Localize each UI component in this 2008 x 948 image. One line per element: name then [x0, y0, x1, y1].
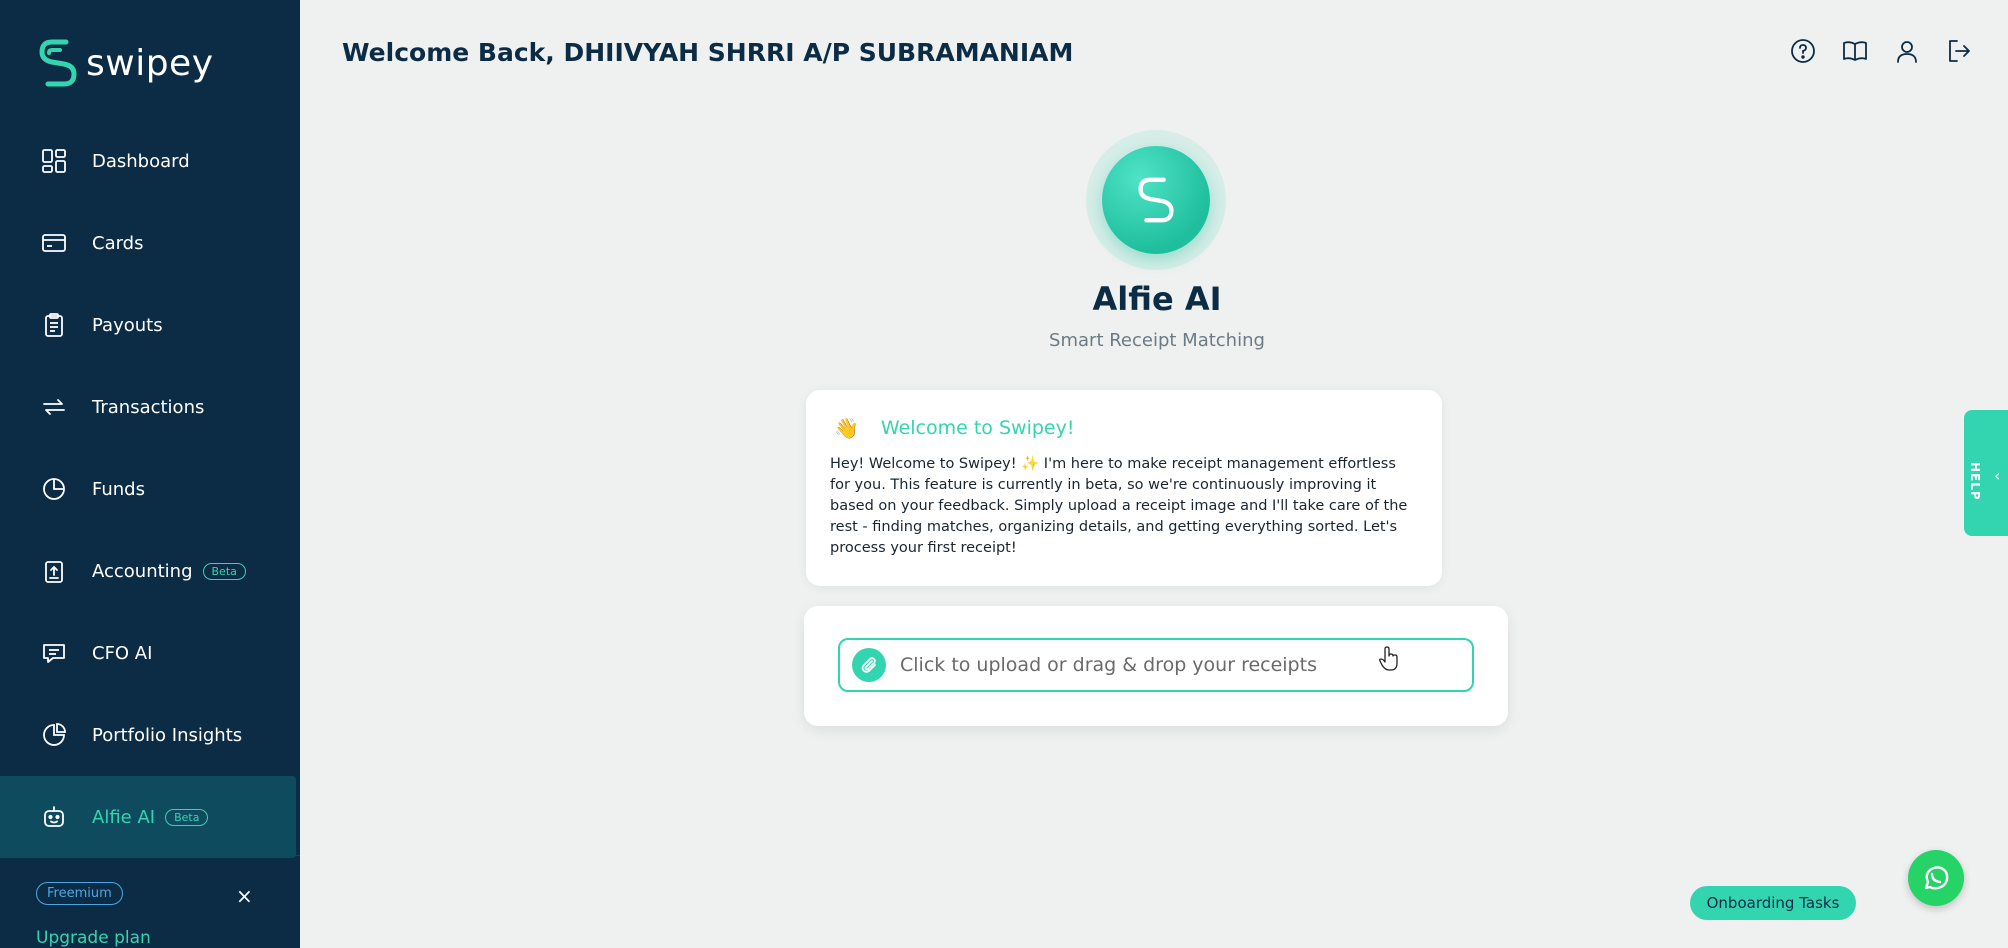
sidebar-item-label: Dashboard — [92, 150, 190, 172]
sidebar-item-label: Portfolio Insights — [92, 724, 243, 746]
swipey-logo-icon — [1138, 177, 1174, 223]
pie-slice-icon — [40, 721, 68, 749]
paperclip-icon — [852, 648, 886, 682]
credit-card-icon — [40, 229, 68, 257]
plan-badge: Freemium — [36, 882, 123, 905]
sidebar-item-transactions[interactable]: Transactions — [0, 366, 300, 448]
sidebar-item-cfo-ai[interactable]: CFO AI — [0, 612, 300, 694]
close-plan-banner-button[interactable]: × — [236, 884, 253, 908]
user-icon[interactable] — [1894, 38, 1920, 64]
help-circle-icon[interactable] — [1790, 38, 1816, 64]
welcome-card-header: 👋 Welcome to Swipey! — [834, 416, 1074, 440]
sidebar-item-label: Accounting — [92, 560, 193, 582]
page-title: Welcome Back, DHIIVYAH SHRRI A/P SUBRAMA… — [342, 38, 1074, 67]
sidebar-nav: Dashboard Cards Payouts Transactions Fun… — [0, 120, 300, 858]
book-icon[interactable] — [1842, 38, 1868, 64]
chevron-left-icon: ‹ — [1994, 466, 2001, 485]
chat-bubble-icon — [40, 639, 68, 667]
sidebar-item-label: Alfie AI — [92, 806, 156, 828]
sidebar-item-funds[interactable]: Funds — [0, 448, 300, 530]
clipboard-upload-icon — [40, 557, 68, 585]
pie-chart-icon — [40, 475, 68, 503]
sidebar-item-label: CFO AI — [92, 642, 153, 664]
sidebar-item-dashboard[interactable]: Dashboard — [0, 120, 300, 202]
beta-badge: Beta — [202, 562, 246, 580]
help-tab-label: HELP — [1968, 462, 1982, 501]
welcome-message-card: 👋 Welcome to Swipey! Hey! Welcome to Swi… — [806, 390, 1442, 586]
assistant-subtitle: Smart Receipt Matching — [1049, 330, 1265, 351]
swipey-logo-icon — [39, 39, 77, 87]
robot-icon — [40, 803, 68, 831]
header-actions — [1790, 38, 1972, 64]
upload-card: Click to upload or drag & drop your rece… — [804, 606, 1508, 726]
beta-badge: Beta — [165, 808, 209, 826]
sidebar-item-label: Cards — [92, 232, 144, 254]
sidebar-item-cards[interactable]: Cards — [0, 202, 300, 284]
welcome-card-title: Welcome to Swipey! — [880, 417, 1075, 439]
dashboard-grid-icon — [40, 147, 68, 175]
sidebar-item-portfolio-insights[interactable]: Portfolio Insights — [0, 694, 300, 776]
sidebar-item-label: Funds — [92, 478, 145, 500]
waving-hand-icon: 👋 — [834, 416, 859, 440]
swipey-logo[interactable]: swipey — [38, 36, 214, 90]
logout-icon[interactable] — [1946, 38, 1972, 64]
welcome-card-body: Hey! Welcome to Swipey! ✨ I'm here to ma… — [830, 456, 1408, 556]
transfer-arrows-icon — [40, 393, 68, 421]
alfie-avatar — [1102, 146, 1210, 254]
sidebar-item-accounting[interactable]: Accounting Beta — [0, 530, 300, 612]
upload-label: Click to upload or drag & drop your rece… — [900, 654, 1317, 676]
sidebar: swipey Dashboard Cards Payouts Transacti… — [0, 0, 300, 948]
whatsapp-button[interactable] — [1908, 850, 1964, 906]
assistant-title: Alfie AI — [1092, 280, 1222, 318]
sidebar-divider — [0, 855, 300, 856]
sidebar-item-label: Transactions — [92, 396, 205, 418]
hand-cursor-icon — [1379, 646, 1398, 671]
whatsapp-icon — [1924, 866, 1949, 890]
onboarding-tasks-button[interactable]: Onboarding Tasks — [1690, 886, 1856, 920]
app-name: swipey — [86, 42, 214, 84]
help-side-tab[interactable]: HELP ‹ — [1964, 410, 2008, 536]
sidebar-item-alfie-ai[interactable]: Alfie AI Beta — [0, 776, 296, 858]
upgrade-plan-link[interactable]: Upgrade plan — [36, 928, 151, 948]
